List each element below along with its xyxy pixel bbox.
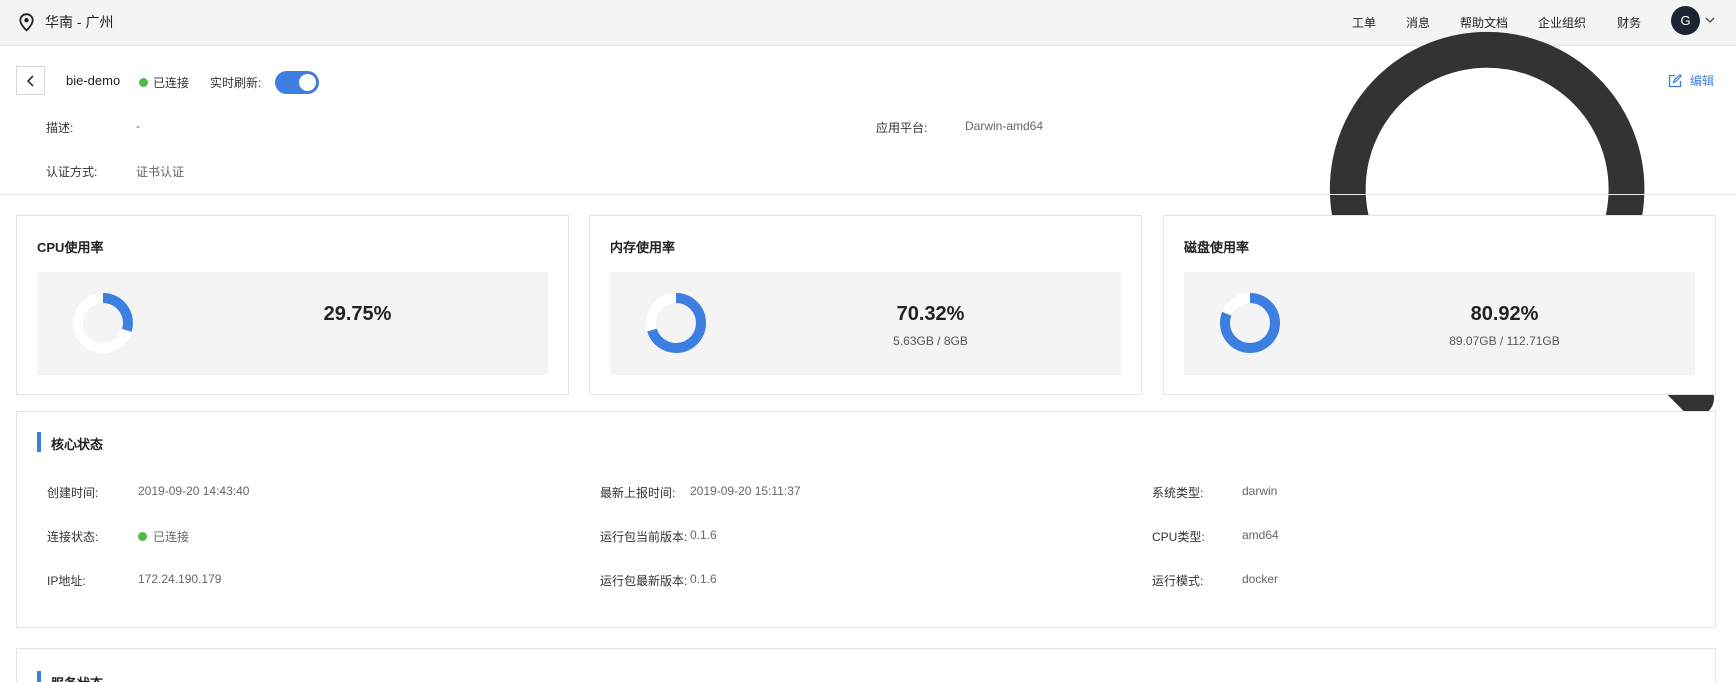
cpu-type-label: CPU类型: [1152,530,1205,544]
core-status-panel: 核心状态 创建时间: 2019-09-20 14:43:40 最新上报时间: 2… [16,411,1716,628]
latest-version-value: 0.1.6 [690,572,717,586]
toggle-knob [299,74,316,91]
memory-usage-card: 内存使用率 70.32% 5.63GB / 8GB [589,215,1142,395]
status-dot-icon [138,532,147,541]
service-status-title: 服务状态 [37,671,103,682]
disk-usage-panel: 80.92% 89.07GB / 112.71GB [1184,272,1695,375]
edit-label: 编辑 [1690,74,1715,88]
avatar[interactable]: G [1671,6,1700,35]
created-time-value: 2019-09-20 14:43:40 [138,484,250,498]
nav-help-docs[interactable]: 帮助文档 [1460,14,1508,31]
created-time-label: 创建时间: [47,486,99,500]
cpu-usage-title: CPU使用率 [37,240,104,255]
connection-status-text: 已连接 [153,76,190,90]
avatar-letter: G [1680,13,1691,28]
disk-usage-card: 磁盘使用率 80.92% 89.07GB / 112.71GB [1163,215,1716,395]
connection-state-text: 已连接 [153,530,190,544]
realtime-refresh-label: 实时刷新: [210,76,262,90]
nav-ticket[interactable]: 工单 [1352,14,1376,31]
current-version-value: 0.1.6 [690,528,717,542]
memory-usage-detail: 5.63GB / 8GB [893,334,968,348]
core-status-title: 核心状态 [37,432,103,453]
run-mode-value: docker [1242,572,1279,586]
ip-address-label: IP地址: [47,574,86,588]
chevron-left-icon [26,74,34,87]
description-value: - [136,119,140,133]
nav-organization[interactable]: 企业组织 [1538,14,1586,31]
platform-label: 应用平台: [876,121,928,135]
last-report-value: 2019-09-20 15:11:37 [690,484,801,498]
cpu-type-value: amd64 [1242,528,1279,542]
edit-button[interactable]: 编辑 [1668,72,1714,89]
auth-method-label: 认证方式: [46,165,98,179]
nav-messages[interactable]: 消息 [1406,14,1430,31]
section-divider [0,194,1736,195]
latest-version-label: 运行包最新版本: [600,574,688,588]
cpu-usage-panel: 29.75% [37,272,548,375]
os-type-label: 系统类型: [1152,486,1204,500]
nav-finance[interactable]: 财务 [1617,14,1641,31]
cpu-usage-percent: 29.75% [323,303,392,325]
node-name: bie-demo [66,73,121,88]
region-selector[interactable]: 华南 - 广州 [18,10,113,34]
cpu-usage-card: CPU使用率 29.75% [16,215,569,395]
status-dot-icon [139,78,148,87]
platform-value: Darwin-amd64 [965,119,1044,133]
back-button[interactable] [16,66,45,95]
disk-usage-detail: 89.07GB / 112.71GB [1449,334,1560,348]
auth-method-value: 证书认证 [136,165,185,179]
ip-address-value: 172.24.190.179 [138,572,222,586]
chevron-down-icon[interactable] [1704,14,1716,26]
location-pin-icon [19,12,34,32]
top-bar: 华南 - 广州 工单 消息 帮助文档 企业组织 财务 G [0,0,1736,417]
edit-icon [1668,73,1682,87]
run-mode-label: 运行模式: [1152,574,1204,588]
disk-usage-title: 磁盘使用率 [1184,240,1250,255]
memory-usage-percent: 70.32% [896,303,965,325]
region-label: 华南 - 广州 [45,14,114,30]
disk-usage-percent: 80.92% [1470,303,1539,325]
connection-state-label: 连接状态: [47,530,99,544]
connection-state-value: 已连接 [138,528,189,545]
memory-usage-title: 内存使用率 [610,240,676,255]
connection-status: 已连接 [139,74,189,91]
service-status-panel: 服务状态 [16,648,1716,682]
realtime-refresh-toggle[interactable] [275,71,319,94]
os-type-value: darwin [1242,484,1278,498]
description-label: 描述: [46,121,74,135]
current-version-label: 运行包当前版本: [600,530,688,544]
last-report-label: 最新上报时间: [600,486,676,500]
memory-usage-panel: 70.32% 5.63GB / 8GB [610,272,1121,375]
